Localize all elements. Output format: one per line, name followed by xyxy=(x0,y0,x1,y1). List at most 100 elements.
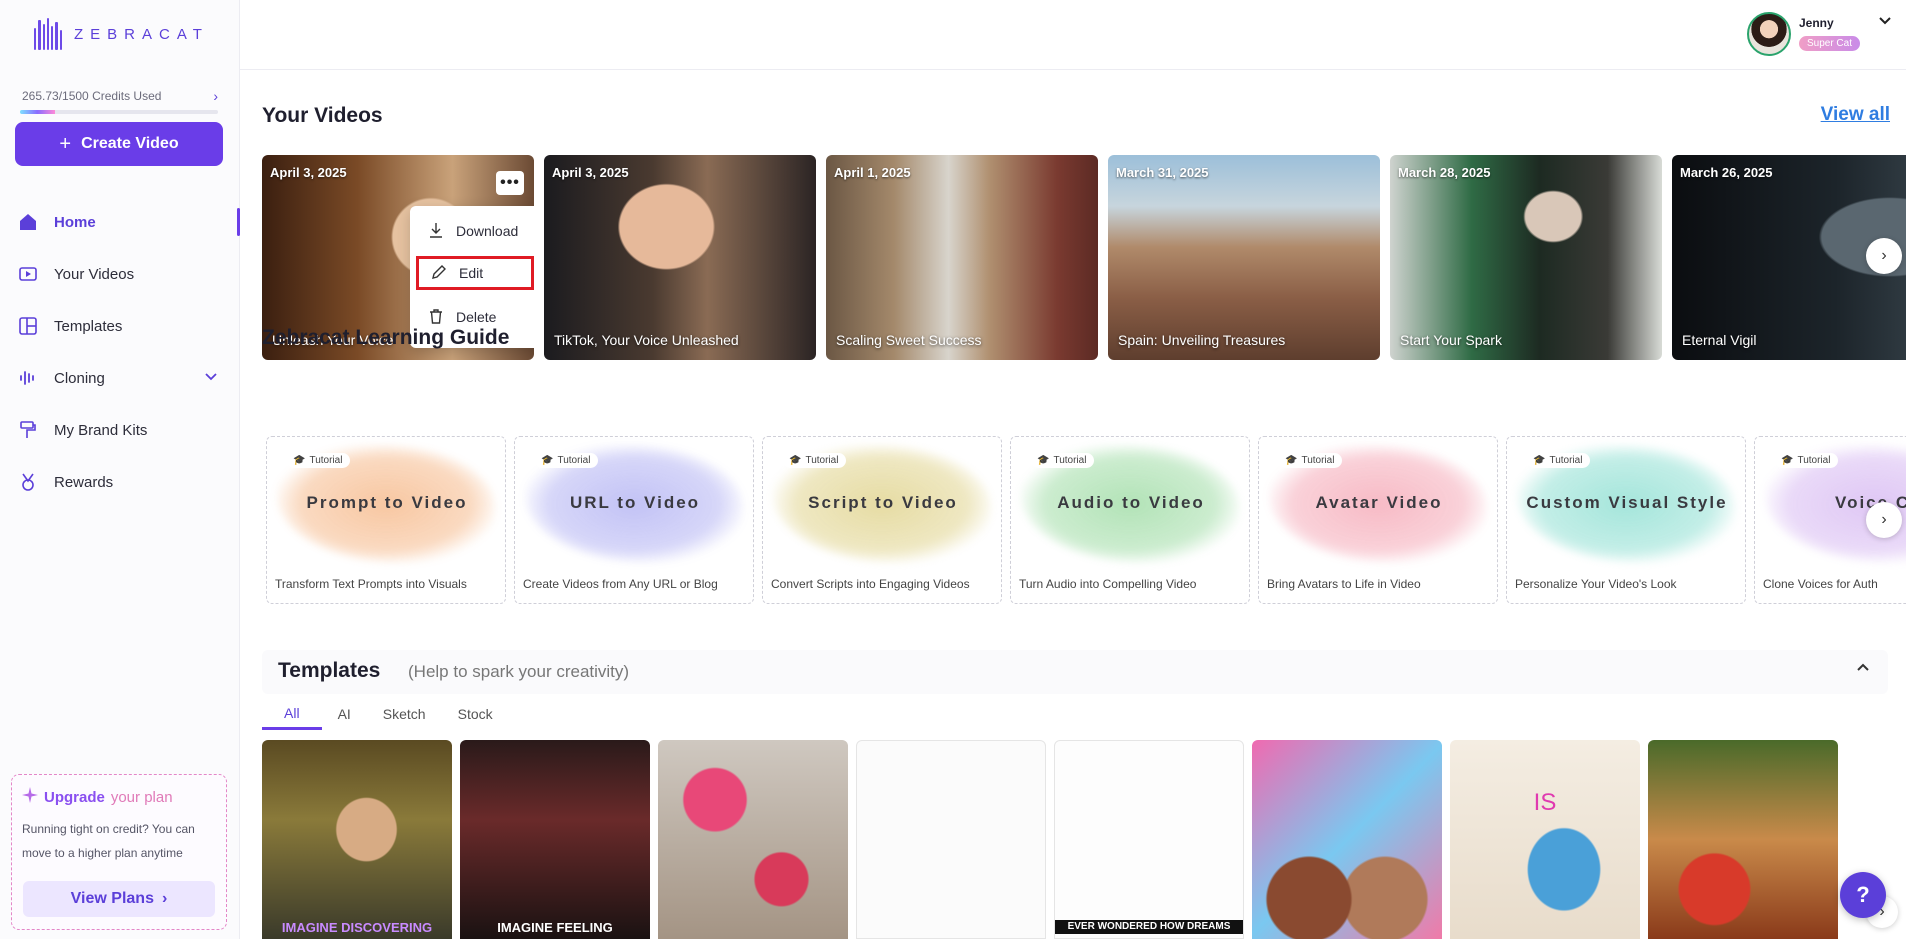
upgrade-title-accent: your plan xyxy=(110,788,173,806)
upgrade-title-main: Upgrade xyxy=(44,788,105,806)
user-name: Jenny xyxy=(1798,16,1834,30)
video-thumbnail xyxy=(544,155,816,360)
sidebar-item-label: Templates xyxy=(54,317,123,335)
guide-name: Prompt to Video xyxy=(306,493,468,512)
credits-text: 265.73/1500 Credits Used xyxy=(22,89,162,103)
video-date: March 26, 2025 xyxy=(1680,165,1773,180)
delete-label: Delete xyxy=(456,309,497,325)
tab-all[interactable]: All xyxy=(262,698,322,730)
video-title: Start Your Spark xyxy=(1400,332,1502,348)
tab-ai[interactable]: AI xyxy=(322,698,367,730)
help-button[interactable]: ? xyxy=(1840,872,1886,918)
graduation-cap-icon: 🎓 xyxy=(789,455,802,466)
top-bar: Jenny Super Cat xyxy=(240,0,1906,70)
zebracat-logo-icon xyxy=(34,18,62,50)
graduation-cap-icon: 🎓 xyxy=(541,455,554,466)
chevron-down-icon[interactable] xyxy=(204,369,218,387)
graduation-cap-icon: 🎓 xyxy=(1037,455,1050,466)
video-date: April 3, 2025 xyxy=(270,165,347,180)
tutorial-tag: 🎓 Tutorial xyxy=(1031,453,1095,468)
sidebar-item-brand-kits[interactable]: My Brand Kits xyxy=(0,404,240,456)
sidebar-item-your-videos[interactable]: Your Videos xyxy=(0,248,240,300)
tab-sketch[interactable]: Sketch xyxy=(367,698,442,730)
template-card[interactable]: EVER WONDERED HOW DREAMS xyxy=(1054,740,1244,939)
video-title: Eternal Vigil xyxy=(1682,332,1757,348)
tutorial-tag: 🎓 Tutorial xyxy=(783,453,847,468)
template-caption: IMAGINE FEELING xyxy=(497,920,613,935)
sidebar-item-label: My Brand Kits xyxy=(54,421,148,439)
guide-desc: Clone Voices for Auth xyxy=(1763,577,1878,591)
edit-menu-item[interactable]: Edit xyxy=(416,256,534,290)
download-menu-item[interactable]: Download xyxy=(416,214,534,248)
credits-progress-bar xyxy=(20,110,218,114)
tutorial-tag: 🎓 Tutorial xyxy=(287,453,351,468)
video-card[interactable]: March 31, 2025 Spain: Unveiling Treasure… xyxy=(1108,155,1380,360)
template-card[interactable]: IMAGINE DISCOVERING xyxy=(262,740,452,939)
video-card[interactable]: April 1, 2025 Scaling Sweet Success xyxy=(826,155,1098,360)
guide-desc: Bring Avatars to Life in Video xyxy=(1267,577,1421,591)
sparkle-icon xyxy=(22,787,38,807)
template-card[interactable]: IMAGINE FEELING xyxy=(460,740,650,939)
sidebar-item-home[interactable]: Home xyxy=(0,196,240,248)
chevron-down-icon[interactable] xyxy=(1878,14,1892,33)
guide-next-arrow[interactable]: › xyxy=(1866,502,1902,538)
tab-stock[interactable]: Stock xyxy=(442,698,509,730)
videos-next-arrow[interactable]: › xyxy=(1866,238,1902,274)
sidebar-item-rewards[interactable]: Rewards xyxy=(0,456,240,508)
template-card[interactable] xyxy=(1648,740,1838,939)
sidebar-item-templates[interactable]: Templates xyxy=(0,300,240,352)
view-all-link[interactable]: View all xyxy=(1821,104,1890,126)
template-card[interactable] xyxy=(856,740,1046,939)
user-menu[interactable]: Jenny Super Cat xyxy=(1746,12,1892,56)
template-tabs: All AI Sketch Stock xyxy=(262,698,509,730)
upgrade-title: Upgrade your plan xyxy=(22,787,216,807)
guide-card[interactable]: 🎓 Tutorial URL to Video Create Videos fro… xyxy=(514,436,754,604)
create-video-button[interactable]: + Create Video xyxy=(15,122,223,166)
guide-name: URL to Video xyxy=(569,493,701,512)
templates-grid: IMAGINE DISCOVERING IMAGINE FEELING EVER… xyxy=(262,740,1892,939)
sidebar-item-label: Home xyxy=(54,213,96,231)
template-card[interactable]: IS xyxy=(1450,740,1640,939)
credits-progress-fill xyxy=(20,110,56,114)
guide-card[interactable]: 🎓 Tutorial Avatar Video Bring Avatars to … xyxy=(1258,436,1498,604)
template-caption: IS xyxy=(1533,789,1557,816)
template-card[interactable] xyxy=(1252,740,1442,939)
guide-card[interactable]: 🎓 Tutorial Script to Video Convert Script… xyxy=(762,436,1002,604)
more-options-button[interactable]: ••• xyxy=(496,171,524,195)
video-title: Spain: Unveiling Treasures xyxy=(1118,332,1286,348)
tutorial-tag: 🎓 Tutorial xyxy=(535,453,599,468)
sidebar-item-label: Your Videos xyxy=(54,265,135,283)
sidebar-item-label: Rewards xyxy=(54,473,114,491)
graduation-cap-icon: 🎓 xyxy=(1533,455,1546,466)
waveform-icon xyxy=(18,368,38,388)
tutorial-tag: 🎓 Tutorial xyxy=(1279,453,1343,468)
guide-card[interactable]: 🎓 Tutorial Audio to Video Turn Audio into… xyxy=(1010,436,1250,604)
chevron-up-icon[interactable] xyxy=(1856,660,1870,679)
edit-label: Edit xyxy=(459,265,484,281)
guide-card[interactable]: 🎓 Tutorial Prompt to Video Transform Text… xyxy=(266,436,506,604)
trash-icon xyxy=(428,308,444,327)
graduation-cap-icon: 🎓 xyxy=(1285,455,1298,466)
paint-roller-icon xyxy=(18,420,38,440)
guide-desc: Personalize Your Video's Look xyxy=(1515,577,1677,591)
guide-name: Custom Visual Style xyxy=(1526,493,1728,512)
download-icon xyxy=(428,222,444,241)
home-icon xyxy=(18,212,38,232)
credits-usage[interactable]: 265.73/1500 Credits Used › xyxy=(22,88,218,104)
sidebar-item-cloning[interactable]: Cloning xyxy=(0,352,240,404)
video-date: March 28, 2025 xyxy=(1398,165,1491,180)
guide-desc: Create Videos from Any URL or Blog xyxy=(523,577,718,591)
create-video-label: Create Video xyxy=(81,135,179,152)
guide-desc: Turn Audio into Compelling Video xyxy=(1019,577,1197,591)
learning-guide-carousel: 🎓 Tutorial Prompt to Video Transform Text… xyxy=(266,436,1906,604)
guide-card[interactable]: 🎓 Tutorial Custom Visual Style Personaliz… xyxy=(1506,436,1746,604)
layout-icon xyxy=(18,316,38,336)
graduation-cap-icon: 🎓 xyxy=(293,455,306,466)
template-card[interactable] xyxy=(658,740,848,939)
logo[interactable]: ZEBRACAT xyxy=(34,18,209,50)
brand-name: ZEBRACAT xyxy=(74,25,209,43)
view-plans-button[interactable]: View Plans › xyxy=(23,881,215,917)
avatar[interactable] xyxy=(1746,12,1791,56)
video-card[interactable]: April 3, 2025 TikTok, Your Voice Unleash… xyxy=(544,155,816,360)
video-card[interactable]: March 28, 2025 Start Your Spark xyxy=(1390,155,1662,360)
